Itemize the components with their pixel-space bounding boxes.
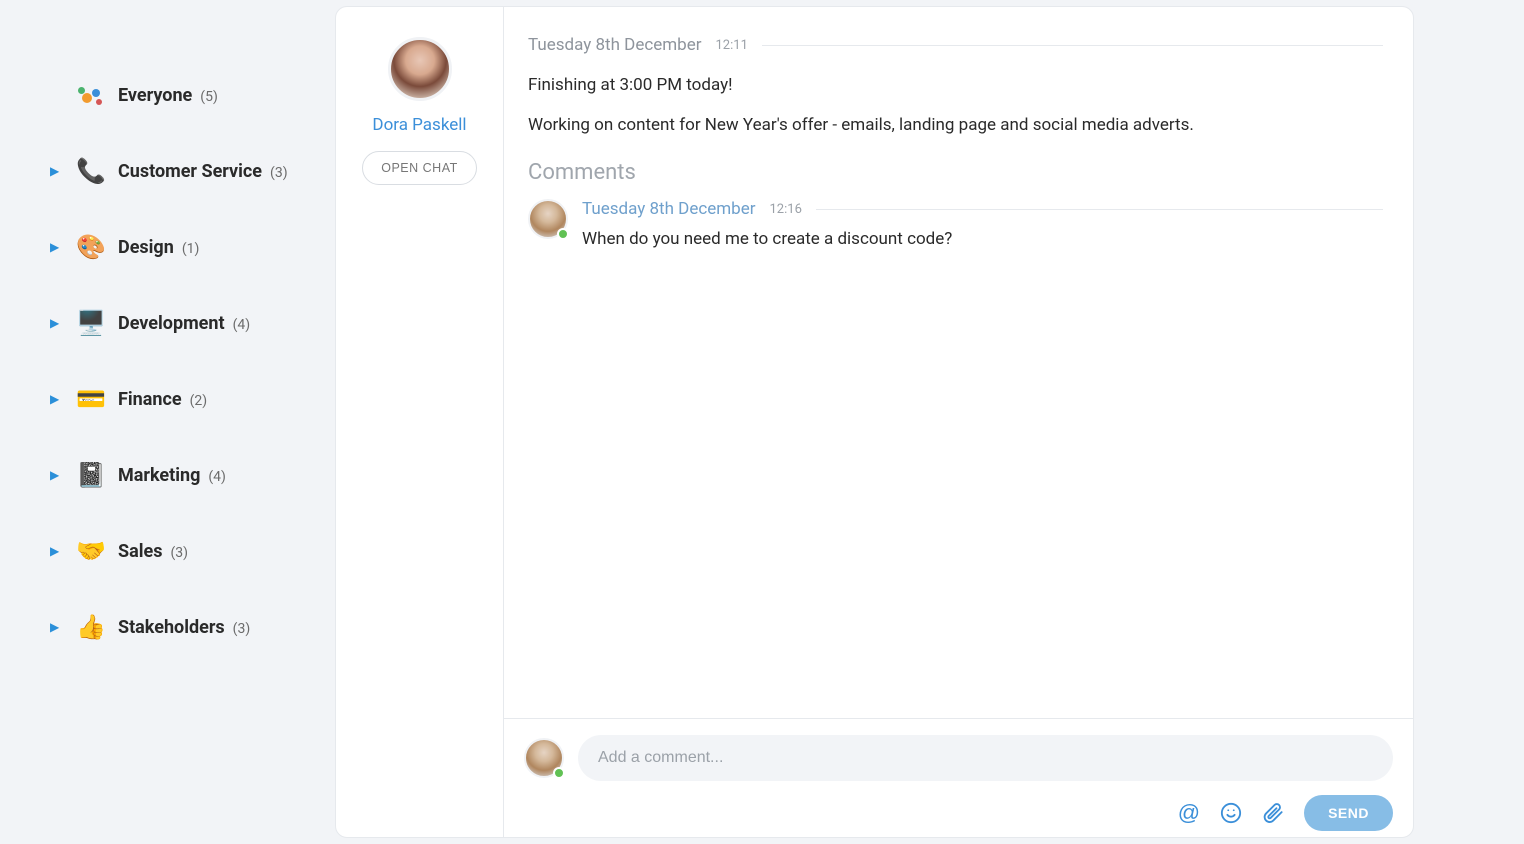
chevron-right-icon: ▶ [50,392,64,406]
divider [816,209,1383,210]
profile-name[interactable]: Dora Paskell [372,115,466,135]
phone-icon: 📞 [74,154,108,188]
paperclip-icon [1262,802,1284,824]
credit-card-icon: 💳 [74,382,108,416]
main-panel: Dora Paskell OPEN CHAT Tuesday 8th Decem… [335,6,1414,838]
sidebar-item-count: (5) [200,89,218,105]
avatar [388,37,452,101]
sidebar-item-sales[interactable]: ▶ 🤝 Sales (3) [50,526,315,576]
post-header: Tuesday 8th December 12:11 [528,35,1383,55]
mention-button[interactable]: @ [1178,800,1200,826]
chevron-right-icon: ▶ [50,620,64,634]
divider [762,45,1383,46]
profile-column: Dora Paskell OPEN CHAT [336,7,504,837]
emoji-button[interactable] [1220,802,1242,824]
sidebar-item-marketing[interactable]: ▶ 📓 Marketing (4) [50,450,315,500]
send-button[interactable]: SEND [1304,795,1393,831]
thumbs-up-icon: 👍 [74,610,108,644]
chevron-right-icon: ▶ [50,316,64,330]
post-date: Tuesday 8th December [528,35,702,55]
sidebar-item-stakeholders[interactable]: ▶ 👍 Stakeholders (3) [50,602,315,652]
post-time: 12:11 [716,38,748,53]
chevron-right-icon: ▶ [50,164,64,178]
sidebar-item-development[interactable]: ▶ 🖥️ Development (4) [50,298,315,348]
at-icon: @ [1178,800,1200,826]
sidebar-item-label: Sales [118,541,162,562]
sidebar-item-count: (2) [190,393,208,409]
post-line: Working on content for New Year's offer … [528,113,1383,139]
sidebar-item-design[interactable]: ▶ 🎨 Design (1) [50,222,315,272]
sidebar-item-count: (3) [170,545,188,561]
chevron-right-icon: ▶ [50,468,64,482]
sidebar-item-count: (3) [233,621,251,637]
sidebar-item-count: (3) [270,165,288,181]
open-chat-button[interactable]: OPEN CHAT [362,151,477,185]
composer: @ SEND [504,718,1413,837]
comment: Tuesday 8th December 12:16 When do you n… [528,199,1383,249]
sidebar-item-count: (1) [182,241,200,257]
palette-icon: 🎨 [74,230,108,264]
handshake-icon: 🤝 [74,534,108,568]
chevron-right-icon: ▶ [50,544,64,558]
sidebar-item-label: Stakeholders [118,617,225,638]
everyone-icon [74,78,108,112]
attach-button[interactable] [1262,802,1284,824]
presence-online-icon [553,767,565,779]
comments-heading: Comments [528,160,1383,185]
sidebar-item-label: Marketing [118,465,200,486]
sidebar-item-label: Customer Service [118,161,262,182]
sidebar-item-count: (4) [208,469,226,485]
notebook-icon: 📓 [74,458,108,492]
sidebar-item-everyone[interactable]: ▶ Everyone (5) [50,70,315,120]
sidebar-item-label: Finance [118,389,182,410]
comment-time: 12:16 [770,202,802,217]
sidebar-item-customer-service[interactable]: ▶ 📞 Customer Service (3) [50,146,315,196]
comment-input[interactable] [578,735,1393,781]
sidebar: ▶ Everyone (5) ▶ 📞 Customer Service (3) … [0,0,335,844]
comment-date: Tuesday 8th December [582,199,756,219]
comment-header: Tuesday 8th December 12:16 [582,199,1383,219]
thread-body: Tuesday 8th December 12:11 Finishing at … [504,7,1413,718]
chevron-right-icon: ▶ [50,240,64,254]
presence-online-icon [557,228,569,240]
sidebar-item-count: (4) [233,317,251,333]
monitor-icon: 🖥️ [74,306,108,340]
my-avatar [524,738,564,778]
sidebar-item-label: Design [118,237,174,258]
thread-column: Tuesday 8th December 12:11 Finishing at … [504,7,1413,837]
comment-text: When do you need me to create a discount… [582,229,1383,249]
comment-avatar [528,199,568,239]
sidebar-item-label: Everyone [118,85,192,106]
post-line: Finishing at 3:00 PM today! [528,73,1383,99]
sidebar-item-label: Development [118,313,225,334]
smile-icon [1220,802,1242,824]
sidebar-item-finance[interactable]: ▶ 💳 Finance (2) [50,374,315,424]
